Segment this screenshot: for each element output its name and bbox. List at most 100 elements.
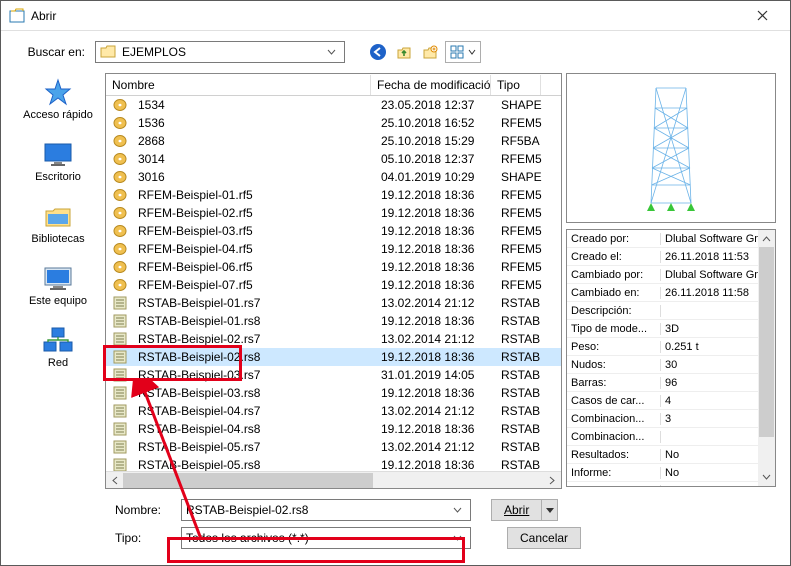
toolbar [367,41,481,63]
property-row: Cambiado en:26.11.2018 11:58 [567,284,775,302]
property-key: Descripción: [567,305,661,317]
folder-icon [100,45,116,59]
file-list[interactable]: Nombre Fecha de modificación Tipo 153423… [105,73,562,489]
place-quick-access[interactable]: Acceso rápido [18,77,98,121]
property-row: Combinacion... [567,428,775,446]
file-type: RFEM5 [495,242,545,256]
file-date: 19.12.2018 18:36 [375,386,495,400]
file-name: RFEM-Beispiel-07.rf5 [132,278,375,292]
file-row[interactable]: 153423.05.2018 12:37SHAPE [106,96,561,114]
scroll-thumb[interactable] [759,247,774,437]
file-icon [112,134,128,148]
file-row[interactable]: RFEM-Beispiel-07.rf519.12.2018 18:36RFEM… [106,276,561,294]
file-type: RFEM5 [495,152,545,166]
file-date: 25.10.2018 15:29 [375,134,495,148]
scroll-left-icon[interactable] [106,472,123,489]
file-type: RSTAB [495,386,545,400]
place-libraries[interactable]: Bibliotecas [18,201,98,245]
property-key: Tipo de mode... [567,323,661,335]
file-name: 2868 [132,134,375,148]
file-row[interactable]: RSTAB-Beispiel-05.rs819.12.2018 18:36RST… [106,456,561,471]
side-panel: Creado por:Dlubal Software GmbHCreado el… [566,73,776,489]
lookin-row: Buscar en: EJEMPLOS [15,41,776,63]
col-name[interactable]: Nombre [106,75,371,95]
property-row: Peso:0.251 t [567,338,775,356]
property-key: Versión: [567,485,661,488]
file-date: 31.01.2019 14:05 [375,368,495,382]
file-row[interactable]: RSTAB-Beispiel-05.rs713.02.2014 21:12RST… [106,438,561,456]
app-icon [9,8,25,24]
property-row: Informe:No [567,464,775,482]
file-row[interactable]: RFEM-Beispiel-03.rf519.12.2018 18:36RFEM… [106,222,561,240]
file-icon [112,170,128,184]
file-date: 05.10.2018 12:37 [375,152,495,166]
file-type: RSTAB [495,458,545,471]
file-row[interactable]: 301604.01.2019 10:29SHAPE [106,168,561,186]
up-button[interactable] [393,41,415,63]
file-name: RSTAB-Beispiel-02.rs8 [132,350,375,364]
file-row[interactable]: RSTAB-Beispiel-02.rs819.12.2018 18:36RST… [106,348,561,366]
titlebar: Abrir [1,1,790,31]
col-date[interactable]: Fecha de modificación [371,75,491,95]
file-name: 3016 [132,170,375,184]
file-row[interactable]: RSTAB-Beispiel-04.rs713.02.2014 21:12RST… [106,402,561,420]
filename-combo[interactable]: RSTAB-Beispiel-02.rs8 [181,499,471,521]
scroll-thumb[interactable] [123,473,373,488]
file-row[interactable]: RSTAB-Beispiel-01.rs713.02.2014 21:12RST… [106,294,561,312]
file-icon [112,350,128,364]
file-row[interactable]: RSTAB-Beispiel-03.rs731.01.2019 14:05RST… [106,366,561,384]
lookin-combo[interactable]: EJEMPLOS [95,41,345,63]
file-row[interactable]: RFEM-Beispiel-02.rf519.12.2018 18:36RFEM… [106,204,561,222]
cancel-button[interactable]: Cancelar [507,527,581,549]
open-dialog: Abrir Buscar en: EJEMPLOS [0,0,791,566]
file-row[interactable]: RSTAB-Beispiel-02.rs713.02.2014 21:12RST… [106,330,561,348]
file-row[interactable]: RSTAB-Beispiel-01.rs819.12.2018 18:36RST… [106,312,561,330]
file-name: RSTAB-Beispiel-01.rs7 [132,296,375,310]
file-icon [112,368,128,382]
file-row[interactable]: RFEM-Beispiel-01.rf519.12.2018 18:36RFEM… [106,186,561,204]
views-button[interactable] [445,41,481,63]
file-icon [112,332,128,346]
place-this-pc[interactable]: Este equipo [18,263,98,307]
file-icon [112,458,128,471]
file-row[interactable]: RFEM-Beispiel-06.rf519.12.2018 18:36RFEM… [106,258,561,276]
file-icon [112,404,128,418]
file-type: RFEM5 [495,260,545,274]
new-folder-button[interactable] [419,41,441,63]
close-button[interactable] [742,1,782,30]
col-type[interactable]: Tipo [491,75,541,95]
horizontal-scrollbar[interactable] [106,471,561,488]
file-icon [112,296,128,310]
file-date: 19.12.2018 18:36 [375,188,495,202]
open-dropdown[interactable] [542,499,558,521]
file-date: 19.12.2018 18:36 [375,422,495,436]
filename-row: Nombre: RSTAB-Beispiel-02.rs8 Abrir [115,499,776,521]
places-bar: Acceso rápido Escritorio Bibliotecas Est… [15,73,101,489]
property-key: Creado por: [567,233,661,245]
column-headers[interactable]: Nombre Fecha de modificación Tipo [106,74,561,96]
file-row[interactable]: 301405.10.2018 12:37RFEM5 [106,150,561,168]
file-row[interactable]: RSTAB-Beispiel-03.rs819.12.2018 18:36RST… [106,384,561,402]
scroll-down-icon[interactable] [758,469,775,486]
file-type: RFEM5 [495,116,545,130]
vertical-scrollbar[interactable] [758,230,775,486]
place-network[interactable]: Red [18,325,98,369]
back-button[interactable] [367,41,389,63]
file-row[interactable]: RFEM-Beispiel-04.rf519.12.2018 18:36RFEM… [106,240,561,258]
place-desktop[interactable]: Escritorio [18,139,98,183]
filetype-combo[interactable]: Todos los archivos (*.*) [181,527,471,549]
scroll-up-icon[interactable] [758,230,775,247]
scroll-right-icon[interactable] [544,472,561,489]
file-name: RSTAB-Beispiel-01.rs8 [132,314,375,328]
file-type: RSTAB [495,332,545,346]
open-button[interactable]: Abrir [491,499,542,521]
file-date: 19.12.2018 18:36 [375,278,495,292]
file-row[interactable]: 153625.10.2018 16:52RFEM5 [106,114,561,132]
property-key: Combinacion... [567,431,661,443]
property-key: Casos de car... [567,395,661,407]
property-row: Casos de car...4 [567,392,775,410]
file-icon [112,224,128,238]
file-row[interactable]: RSTAB-Beispiel-04.rs819.12.2018 18:36RST… [106,420,561,438]
property-row: Creado el:26.11.2018 11:53 [567,248,775,266]
file-row[interactable]: 286825.10.2018 15:29RF5BA [106,132,561,150]
